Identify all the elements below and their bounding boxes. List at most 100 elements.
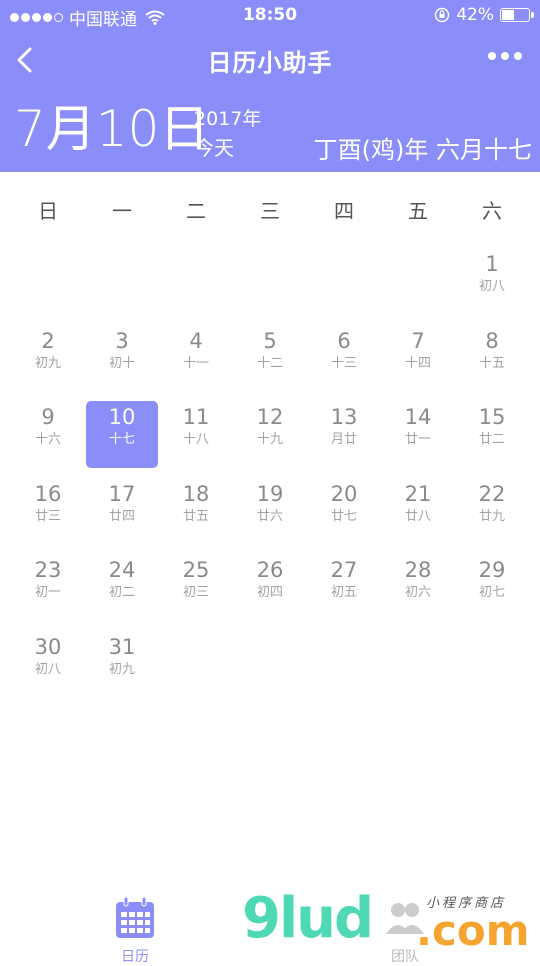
tab-calendar[interactable]: 日历 [100,896,170,966]
day-lunar: 十六 [34,432,61,447]
weekday-header: 日 一 二 三 四 五 六 [11,195,529,224]
calendar-day[interactable]: 30 初八 [11,631,85,698]
weekday-label: 一 [112,199,132,223]
calendar-day[interactable]: 29 初七 [455,554,529,621]
calendar-day[interactable]: 14 廿一 [381,401,455,468]
calendar-day[interactable]: 21 廿八 [381,478,455,545]
calendar-day[interactable]: 31 初九 [85,631,159,698]
more-button[interactable] [488,52,522,60]
tab-team[interactable]: 团队 [370,896,440,966]
day-number: 21 [404,481,432,506]
calendar-day[interactable]: 4 十一 [159,325,233,392]
weekday-label: 日 [38,199,58,223]
day-number: 27 [330,558,358,582]
calendar-day[interactable]: 13 月廿 [307,401,381,468]
calendar-day[interactable]: 25 初三 [159,554,233,621]
tab-team-label: 团队 [391,949,419,965]
calendar-day[interactable]: 15 廿二 [455,401,529,468]
battery-percent: 42% [456,5,494,25]
weekday-label: 六 [482,199,502,223]
weekday-label: 二 [186,199,206,223]
battery-icon [500,8,534,22]
weekday-label: 四 [334,199,354,223]
day-lunar: 初九 [108,661,135,677]
calendar-day[interactable]: 28 初六 [381,554,455,621]
day-number: 4 [189,328,203,353]
day-lunar: 廿三 [34,508,61,524]
calendar-day[interactable]: 8 十五 [455,325,529,392]
weekday-label: 五 [408,199,428,223]
header: 中国联通 18:50 42% 日历小助手 7月10日 2017年 今天 丁酉(鸡… [0,0,540,172]
day-number: 26 [256,558,284,582]
day-lunar: 十九 [256,432,283,447]
day-lunar: 廿四 [108,508,135,524]
day-lunar: 廿一 [404,432,431,447]
day-number: 29 [478,558,506,582]
day-number: 2 [41,328,55,353]
day-number: 11 [182,405,210,429]
day-number: 19 [256,481,284,506]
calendar-icon [116,896,154,938]
day-lunar: 初七 [478,585,505,600]
day-lunar: 廿六 [256,508,283,524]
day-number: 23 [34,558,62,582]
calendar-day[interactable]: 19 廿六 [233,478,307,545]
day-number: 5 [263,328,277,353]
calendar-day[interactable]: 18 廿五 [159,478,233,545]
calendar-day[interactable]: 2 初九 [11,325,85,392]
day-number: 6 [337,328,351,353]
more-dots-icon [488,52,496,60]
day-lunar: 十五 [478,355,505,371]
day-lunar: 初十 [108,355,135,371]
weekday-label: 三 [260,199,280,223]
tab-calendar-label: 日历 [121,949,149,965]
day-lunar: 十七 [108,432,135,447]
day-number: 25 [182,558,210,582]
calendar-day[interactable]: 3 初十 [85,325,159,392]
status-bar: 中国联通 18:50 42% [0,0,540,30]
day-number: 16 [34,481,62,506]
day-number: 3 [115,328,129,353]
day-lunar: 初一 [34,585,61,600]
day-lunar: 初三 [182,585,209,600]
day-number: 28 [404,558,432,582]
day-lunar: 廿九 [478,508,505,524]
calendar-day[interactable]: 26 初四 [233,554,307,621]
calendar-day[interactable]: 7 十四 [381,325,455,392]
day-number: 12 [256,405,284,429]
rotation-lock-icon [435,7,450,23]
calendar-day[interactable]: 12 十九 [233,401,307,468]
day-number: 10 [108,405,136,429]
calendar-day[interactable]: 22 廿九 [455,478,529,545]
calendar-day[interactable]: 23 初一 [11,554,85,621]
day-number: 18 [182,481,210,506]
calendar-day[interactable]: 11 十八 [159,401,233,468]
calendar-day[interactable]: 9 十六 [11,401,85,468]
day-lunar: 廿二 [478,432,505,447]
day-number: 14 [404,405,432,429]
day-lunar: 初八 [34,661,61,677]
today-label[interactable]: 今天 [194,132,234,161]
calendar-day[interactable]: 17 廿四 [85,478,159,545]
day-number: 1 [485,252,499,276]
calendar-day[interactable]: 5 十二 [233,325,307,392]
calendar-day[interactable]: 27 初五 [307,554,381,621]
day-lunar: 廿八 [404,508,431,524]
day-number: 13 [330,405,358,429]
calendar-day[interactable]: 6 十三 [307,325,381,392]
day-lunar: 廿五 [182,508,209,524]
calendar-day[interactable]: 24 初二 [85,554,159,621]
tab-bar: 日历 团队 [0,880,540,965]
calendar-day[interactable]: 1 初八 [455,248,529,315]
current-year: 2017年 [194,108,262,130]
navbar: 日历小助手 [0,30,540,90]
day-lunar: 十四 [404,355,431,371]
calendar-day-selected[interactable]: 10 十七 [86,401,158,468]
day-lunar: 初四 [256,585,283,600]
day-lunar: 廿七 [330,508,357,524]
page-title: 日历小助手 [207,49,333,77]
calendar-day[interactable]: 16 廿三 [11,478,85,545]
day-number: 30 [34,634,62,659]
calendar-day[interactable]: 20 廿七 [307,478,381,545]
day-lunar: 初六 [404,585,431,600]
